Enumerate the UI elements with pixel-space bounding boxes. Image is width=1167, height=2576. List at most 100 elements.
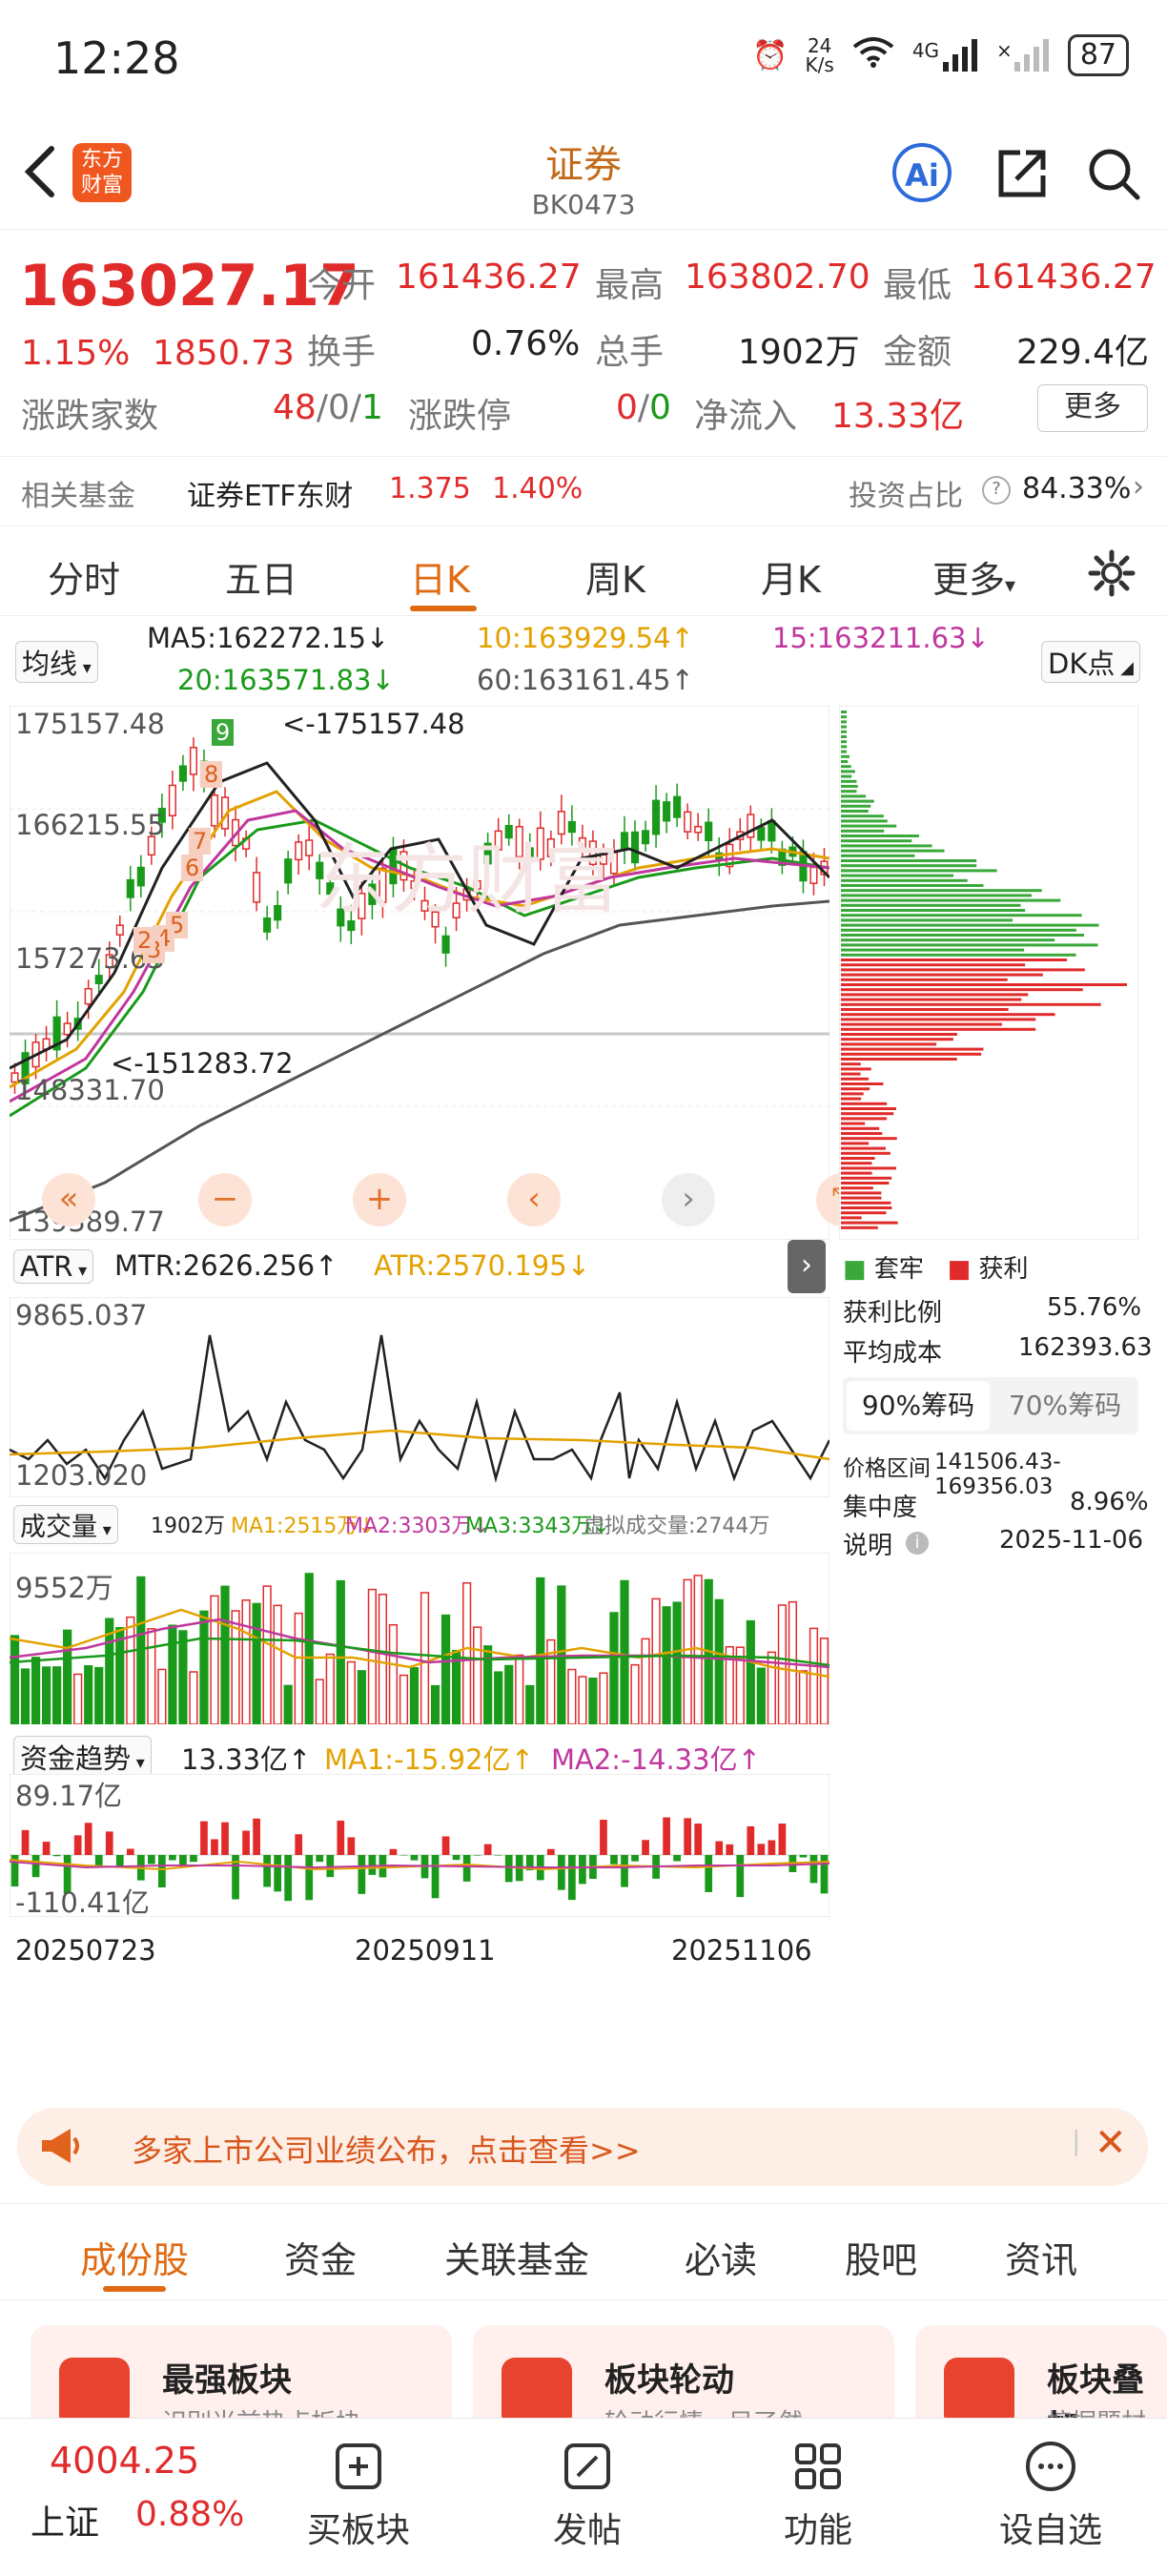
- chevron-right-icon[interactable]: ›: [1133, 470, 1144, 504]
- rewind-icon[interactable]: «: [42, 1173, 95, 1226]
- tab-news[interactable]: 资讯: [1005, 2231, 1077, 2283]
- candle-body: [296, 842, 302, 859]
- settings-gear-icon[interactable]: [1087, 548, 1136, 602]
- candle-body: [622, 833, 628, 849]
- td-number-8: 8: [200, 761, 222, 788]
- chip-bar: [841, 715, 847, 718]
- ma20-label: 20:163571.83↓: [177, 664, 395, 696]
- share-icon[interactable]: [993, 145, 1051, 202]
- nav-add-watchlist[interactable]: 设自选: [955, 2438, 1146, 2552]
- chip-bar: [841, 1042, 936, 1045]
- info-icon[interactable]: i: [906, 1532, 929, 1555]
- chip-distribution-chart[interactable]: [839, 706, 1138, 1240]
- search-icon[interactable]: [1085, 145, 1142, 202]
- collapse-panel-icon[interactable]: ›: [788, 1240, 826, 1293]
- low-annotation: <-151283.72: [111, 1047, 294, 1080]
- chip-bar: [841, 1182, 889, 1185]
- candle-body: [170, 785, 176, 815]
- tab-weekly-k[interactable]: 周K: [585, 550, 645, 603]
- tab-constituents[interactable]: 成份股: [80, 2231, 189, 2283]
- related-fund-row[interactable]: 相关基金 证券ETF东财 1.375 1.40% 投资占比 ? 84.33% ›: [0, 456, 1167, 526]
- volume-chart: [10, 1553, 829, 1724]
- index-ticker[interactable]: 4004.25 上证 0.88%: [0, 2419, 257, 2576]
- atr-select[interactable]: ATR ▾: [13, 1249, 93, 1284]
- detail-tabs: 成份股 资金 关联基金 必读 股吧 资讯: [0, 2203, 1167, 2300]
- volume-bar: [463, 1583, 471, 1724]
- volume-bar: [579, 1677, 586, 1724]
- chip-bar: [841, 1107, 896, 1110]
- chip-bar: [841, 800, 874, 803]
- more-dots-icon: [1022, 2438, 1079, 2495]
- fund-bar: [358, 1855, 366, 1894]
- chip-bar: [841, 904, 1021, 907]
- volume-label: 总手: [595, 324, 664, 374]
- chip-bar: [841, 918, 1013, 921]
- chip-bar: [841, 958, 1067, 961]
- chip-bar: [841, 1103, 887, 1105]
- atr-label: ATR:2570.195↓: [374, 1249, 590, 1282]
- more-button[interactable]: 更多: [1037, 384, 1148, 432]
- high-annotation: <-175157.48: [282, 708, 465, 740]
- fund-row-label: 相关基金: [21, 472, 135, 514]
- chevron-left-icon[interactable]: ‹: [507, 1173, 561, 1226]
- tab-five-day[interactable]: 五日: [225, 550, 297, 603]
- fund-bar: [295, 1834, 302, 1855]
- chevron-right-icon[interactable]: ›: [662, 1173, 715, 1226]
- volume-bar: [158, 1669, 166, 1724]
- candle-body: [264, 918, 271, 932]
- wifi-icon: [851, 35, 895, 75]
- chip-bar: [841, 934, 1084, 937]
- chip-bar: [841, 859, 976, 862]
- fund-bar: [757, 1844, 765, 1855]
- tab-daily-k[interactable]: 日K: [410, 550, 470, 603]
- banner-text[interactable]: 多家上市公司业绩公布，点击查看>>: [132, 2127, 641, 2171]
- nav-functions[interactable]: 功能: [723, 2438, 913, 2552]
- chip-bar: [841, 1013, 1055, 1016]
- net-speed: 24K/s: [806, 36, 834, 74]
- chip-bar: [841, 963, 1025, 966]
- dk-point-button[interactable]: DK点 ◢: [1041, 641, 1140, 683]
- ai-button[interactable]: Ai: [892, 143, 952, 202]
- fund-bar: [43, 1842, 51, 1855]
- tab-chip-90[interactable]: 90%筹码: [847, 1381, 990, 1431]
- help-icon[interactable]: ?: [982, 476, 1011, 505]
- volume-select[interactable]: 成交量 ▾: [13, 1505, 118, 1544]
- announcement-banner[interactable]: 多家上市公司业绩公布，点击查看>> | ✕: [17, 2108, 1148, 2186]
- tab-must-read[interactable]: 必读: [685, 2231, 757, 2283]
- tab-more[interactable]: 更多▾: [932, 550, 1015, 603]
- fund-bar: [274, 1855, 281, 1891]
- nav-buy-sector[interactable]: 买板块: [263, 2438, 454, 2552]
- volume-bar: [43, 1667, 51, 1724]
- tab-forum[interactable]: 股吧: [845, 2231, 917, 2283]
- fund-name[interactable]: 证券ETF东财: [187, 472, 354, 514]
- fund-trend-select[interactable]: 资金趋势 ▾: [13, 1736, 152, 1778]
- candle-body: [64, 1023, 71, 1035]
- tab-monthly-k[interactable]: 月K: [761, 550, 821, 603]
- chip-bar: [841, 914, 1082, 917]
- tab-capital[interactable]: 资金: [284, 2231, 357, 2283]
- close-icon[interactable]: ✕: [1095, 2121, 1127, 2165]
- fund-bar: [221, 1823, 229, 1855]
- chip-bar: [841, 879, 968, 882]
- zoom-in-icon[interactable]: +: [353, 1173, 406, 1226]
- tab-chip-70[interactable]: 70%筹码: [993, 1381, 1136, 1431]
- volume-bar: [495, 1672, 502, 1724]
- tab-related-funds[interactable]: 关联基金: [444, 2231, 589, 2283]
- concentration-label: 集中度: [843, 1488, 917, 1523]
- tab-intraday[interactable]: 分时: [48, 550, 120, 603]
- fund-bar: [390, 1849, 398, 1855]
- y-label-2: 166215.55: [15, 809, 165, 841]
- fund-bar: [663, 1818, 670, 1855]
- zoom-out-icon[interactable]: −: [198, 1173, 252, 1226]
- chip-bar: [841, 735, 847, 738]
- chip-bar: [841, 1018, 1035, 1020]
- chip-bar: [841, 1058, 957, 1061]
- ma-select[interactable]: 均线 ▾: [15, 641, 98, 683]
- fund-bar: [610, 1855, 618, 1865]
- fund-bar: [600, 1820, 607, 1855]
- chip-bar: [841, 1132, 882, 1135]
- fund-bar: [106, 1831, 113, 1855]
- chip-bar: [841, 1117, 887, 1120]
- chip-bar: [841, 825, 896, 828]
- nav-post[interactable]: 发帖: [492, 2438, 683, 2552]
